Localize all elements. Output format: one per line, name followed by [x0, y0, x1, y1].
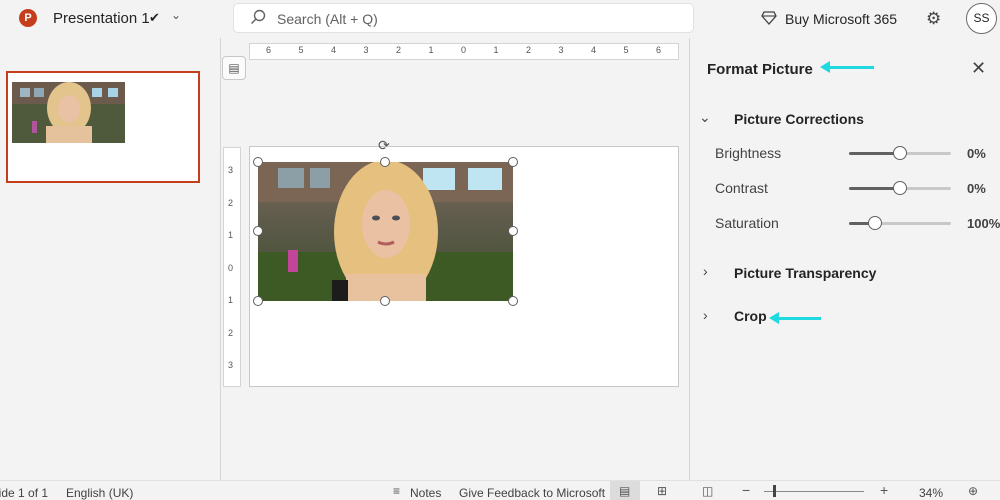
- vertical-ruler-number: 1: [228, 230, 234, 240]
- avatar[interactable]: SS: [966, 3, 997, 34]
- resize-handle[interactable]: [380, 157, 390, 167]
- vertical-ruler-number: 2: [228, 327, 234, 338]
- resize-handle[interactable]: [253, 226, 263, 236]
- feedback-link[interactable]: Give Feedback to Microsoft: [459, 486, 605, 500]
- saturation-slider-thumb[interactable]: [868, 216, 882, 230]
- normal-view-icon: ▤: [619, 484, 631, 498]
- chevron-down-icon[interactable]: ⌄: [171, 8, 181, 22]
- horizontal-ruler-number: 2: [526, 45, 532, 55]
- saved-status-icon[interactable]: ✔: [149, 10, 160, 26]
- vertical-ruler-number: 2: [228, 197, 234, 208]
- close-icon[interactable]: ✕: [971, 58, 986, 79]
- resize-handle[interactable]: [508, 157, 518, 167]
- horizontal-ruler-number: 0: [461, 45, 467, 55]
- notes-button[interactable]: Notes: [410, 486, 441, 500]
- horizontal-ruler-number: 6: [266, 45, 272, 55]
- horizontal-ruler-number: 1: [493, 45, 499, 55]
- vertical-ruler-number: 1: [228, 295, 234, 305]
- annotation-arrow-crop: [777, 317, 821, 320]
- annotation-arrow-title: [826, 66, 874, 69]
- pane-title: Format Picture: [707, 61, 813, 78]
- horizontal-ruler-number: 1: [428, 45, 434, 55]
- presenter-view-icon[interactable]: ◫: [702, 484, 713, 498]
- slide-sorter-icon[interactable]: ⊞: [657, 484, 667, 498]
- diamond-icon: [761, 11, 777, 25]
- brightness-value[interactable]: 0%: [967, 146, 986, 161]
- resize-handle[interactable]: [253, 157, 263, 167]
- contrast-label: Contrast: [715, 180, 768, 196]
- fit-to-window-icon[interactable]: ⊕: [968, 484, 978, 498]
- rotate-handle-icon[interactable]: ⟳: [378, 137, 390, 154]
- notes-icon[interactable]: ≡: [393, 484, 400, 498]
- section-crop[interactable]: Crop: [734, 308, 767, 324]
- language-indicator[interactable]: English (UK): [66, 486, 133, 500]
- chevron-right-icon[interactable]: ›: [703, 263, 708, 279]
- saturation-label: Saturation: [715, 215, 779, 231]
- search-icon: [251, 9, 266, 24]
- section-picture-transparency[interactable]: Picture Transparency: [734, 265, 876, 281]
- brightness-slider-thumb[interactable]: [893, 146, 907, 160]
- zoom-slider-thumb[interactable]: [773, 485, 776, 497]
- chevron-down-icon[interactable]: ⌄: [699, 109, 711, 126]
- resize-handle[interactable]: [253, 296, 263, 306]
- horizontal-ruler-number: 2: [396, 45, 402, 55]
- contrast-value[interactable]: 0%: [967, 181, 986, 196]
- zoom-slider-track[interactable]: [764, 491, 864, 492]
- zoom-level[interactable]: 34%: [919, 486, 943, 500]
- horizontal-ruler-number: 4: [591, 45, 597, 55]
- document-title[interactable]: Presentation 1: [53, 10, 150, 27]
- resize-handle[interactable]: [508, 226, 518, 236]
- saturation-value[interactable]: 100%: [967, 216, 1000, 231]
- collapse-pane-button[interactable]: ▤: [222, 56, 246, 80]
- horizontal-ruler-number: 4: [331, 45, 337, 55]
- annotation-arrow-head-title: [820, 61, 830, 73]
- gear-icon[interactable]: ⚙: [926, 10, 941, 27]
- brightness-label: Brightness: [715, 145, 782, 161]
- selected-picture[interactable]: [258, 162, 513, 301]
- resize-handle[interactable]: [380, 296, 390, 306]
- horizontal-ruler-number: 5: [298, 45, 304, 55]
- horizontal-ruler-number: 5: [623, 45, 629, 55]
- format-picture-pane: [690, 38, 1000, 480]
- buy-microsoft-365-link[interactable]: Buy Microsoft 365: [785, 11, 897, 27]
- vertical-ruler-number: 3: [228, 360, 234, 370]
- horizontal-ruler-number: 6: [656, 45, 662, 55]
- vertical-ruler-number: 3: [228, 165, 234, 175]
- section-picture-corrections[interactable]: Picture Corrections: [734, 111, 864, 127]
- vertical-ruler-number: 0: [228, 262, 234, 273]
- resize-handle[interactable]: [508, 296, 518, 306]
- zoom-out-icon[interactable]: −: [742, 482, 750, 498]
- zoom-in-icon[interactable]: +: [880, 482, 888, 498]
- horizontal-ruler-number: 3: [558, 45, 564, 55]
- annotation-arrow-head-crop: [769, 312, 779, 324]
- powerpoint-logo: P: [19, 9, 37, 27]
- search-placeholder[interactable]: Search (Alt + Q): [277, 11, 378, 27]
- contrast-slider-thumb[interactable]: [893, 181, 907, 195]
- chevron-right-icon[interactable]: ›: [703, 307, 708, 323]
- slide-count: Slide 1 of 1: [0, 486, 49, 500]
- slide-thumbnail-picture: [12, 82, 125, 143]
- horizontal-ruler-number: 3: [363, 45, 369, 55]
